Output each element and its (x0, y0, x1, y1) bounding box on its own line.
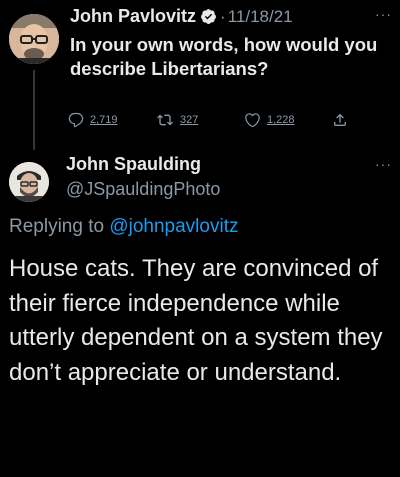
tweet-text: In your own words, how would you describ… (70, 34, 378, 79)
retweet-button[interactable]: 327 (156, 112, 244, 128)
tweet-text: House cats. They are convinced of their … (9, 255, 383, 386)
thread-line (33, 70, 35, 150)
more-options-icon[interactable]: ··· (375, 156, 392, 172)
heart-icon (245, 113, 260, 128)
reply-icon (68, 112, 84, 128)
avatar-photo-icon (9, 162, 49, 202)
reply-count: 2,719 (90, 114, 118, 126)
parent-tweet[interactable]: John Pavlovitz · 11/18/21 ··· In your ow… (0, 0, 400, 150)
like-button[interactable]: 1,228 (244, 112, 332, 128)
tweet-actions: 2,719 327 1,228 (68, 112, 358, 128)
tweet-date[interactable]: 11/18/21 (228, 7, 293, 27)
share-button[interactable] (332, 112, 354, 128)
more-options-icon[interactable]: ··· (375, 6, 392, 22)
share-icon (334, 113, 346, 126)
verified-badge-icon (200, 8, 217, 25)
retweet-count: 327 (180, 114, 199, 126)
retweet-icon (157, 114, 173, 126)
author-name[interactable]: John Pavlovitz (70, 6, 196, 27)
author-handle[interactable]: @JSpauldingPhoto (66, 179, 220, 200)
replying-prefix: Replying to (9, 216, 105, 237)
reply-button[interactable]: 2,719 (68, 112, 156, 128)
avatar-photo-icon (9, 14, 59, 64)
avatar[interactable] (9, 162, 49, 202)
like-count: 1,228 (267, 114, 295, 126)
tweet-header: John Pavlovitz · 11/18/21 (70, 6, 293, 27)
reply-tweet[interactable]: John Spaulding @JSpauldingPhoto ··· Repl… (0, 148, 400, 477)
author-name[interactable]: John Spaulding (66, 154, 201, 175)
separator-dot: · (220, 6, 226, 26)
replying-to-mention[interactable]: @johnpavlovitz (109, 216, 238, 237)
avatar[interactable] (9, 14, 59, 64)
replying-to: Replying to @johnpavlovitz (9, 216, 238, 238)
